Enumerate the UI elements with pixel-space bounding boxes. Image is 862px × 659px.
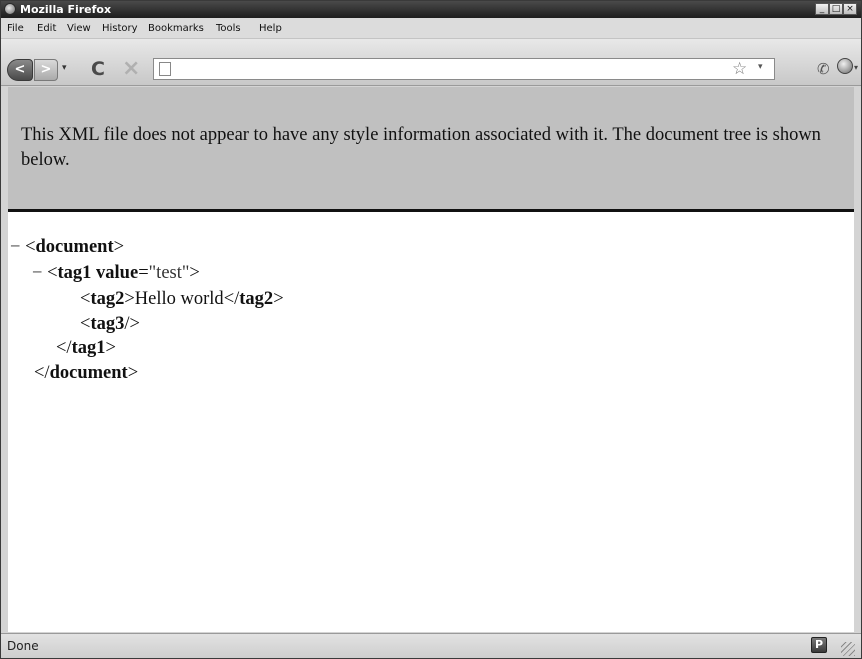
attr-name: value <box>96 263 139 283</box>
tag-tag2-open: tag2 <box>90 289 125 309</box>
forward-button[interactable]: > <box>34 59 58 81</box>
close-button[interactable]: × <box>843 3 857 15</box>
url-dropdown-icon[interactable]: ▾ <box>758 62 763 72</box>
tag-tag3: tag3 <box>90 314 125 334</box>
menu-view[interactable]: View <box>67 22 91 35</box>
tree-row-tag3: <tag3/> <box>80 314 140 334</box>
menu-bar: File Edit View History Bookmarks Tools H… <box>1 18 861 39</box>
back-forward-group: < > ▾ <box>7 59 82 81</box>
menu-help[interactable]: Help <box>259 22 282 35</box>
url-bar[interactable]: ☆ ▾ <box>153 58 775 80</box>
history-dropdown-icon[interactable]: ▾ <box>62 63 67 73</box>
status-text: Done <box>7 639 39 653</box>
tree-row-tag1-close: </tag1> <box>56 338 116 358</box>
back-button[interactable]: < <box>7 59 33 81</box>
tag-tag2-close: tag2 <box>239 289 274 309</box>
tag-tag1-close: tag1 <box>71 338 106 358</box>
maximize-button[interactable]: □ <box>829 3 843 15</box>
menu-history[interactable]: History <box>102 22 138 35</box>
window-controls: _ □ × <box>815 3 857 15</box>
tag2-text: Hello world <box>134 289 224 309</box>
xml-style-notice: This XML file does not appear to have an… <box>8 87 854 212</box>
p-addon-icon[interactable]: P <box>811 637 827 653</box>
menu-bookmarks[interactable]: Bookmarks <box>148 22 204 35</box>
collapse-toggle[interactable]: − <box>10 237 20 257</box>
window-title: Mozilla Firefox <box>20 3 112 16</box>
tree-row-document-close: </document> <box>34 363 139 383</box>
minimize-button[interactable]: _ <box>815 3 829 15</box>
notice-text: This XML file does not appear to have an… <box>21 125 821 170</box>
tag-tag1-open: tag1 <box>57 263 92 283</box>
stop-button[interactable]: × <box>122 57 140 81</box>
tree-row-tag1: − <tag1 value="test"> <box>32 263 200 283</box>
resize-grip-icon[interactable] <box>841 642 855 656</box>
page-icon <box>159 62 171 76</box>
tree-row-tag2: <tag2>Hello world</tag2> <box>80 289 284 309</box>
status-bar: Done P <box>1 633 861 658</box>
tag-document-open: document <box>35 237 114 257</box>
search-engine-icon[interactable] <box>837 58 853 74</box>
collapse-toggle[interactable]: − <box>32 263 42 283</box>
search-engine-dropdown-icon[interactable]: ▾ <box>854 63 858 72</box>
browser-window: Mozilla Firefox _ □ × File Edit View His… <box>0 0 862 659</box>
menu-tools[interactable]: Tools <box>216 22 241 35</box>
tree-row-document: − <document> <box>10 237 125 257</box>
reload-button[interactable]: C <box>91 58 105 80</box>
addon-icon[interactable]: ✆ <box>817 60 830 78</box>
url-input[interactable] <box>178 61 698 77</box>
menu-edit[interactable]: Edit <box>37 22 56 35</box>
menu-file[interactable]: File <box>7 22 24 35</box>
attr-value: "test" <box>148 263 190 283</box>
firefox-icon <box>4 3 16 15</box>
title-bar: Mozilla Firefox _ □ × <box>1 1 861 18</box>
navigation-toolbar: < > ▾ C × ☆ ▾ ✆ ▾ <box>1 39 861 86</box>
page-content: This XML file does not appear to have an… <box>8 87 854 632</box>
tag-document-close: document <box>49 363 128 383</box>
bookmark-star-icon[interactable]: ☆ <box>732 59 747 79</box>
